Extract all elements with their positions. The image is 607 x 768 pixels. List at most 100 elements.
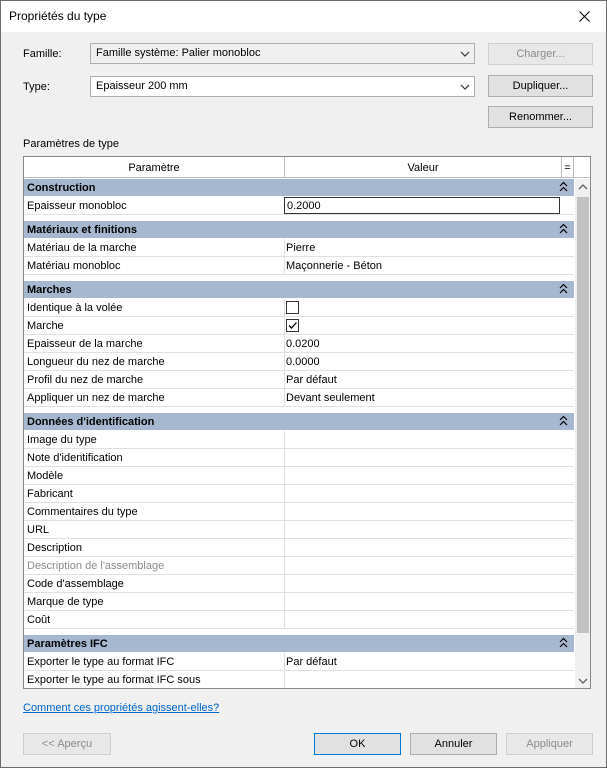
group-label: Paramètres IFC: [27, 638, 108, 650]
help-link[interactable]: Comment ces propriétés agissent-elles?: [23, 702, 219, 714]
group-label: Construction: [27, 182, 96, 194]
cell-divider: [284, 431, 285, 449]
section-label: Paramètres de type: [23, 138, 119, 150]
collapse-icon: [559, 181, 568, 192]
table-row[interactable]: Note d'identification: [24, 449, 574, 467]
param-name: Coût: [27, 614, 51, 626]
close-icon: [578, 11, 590, 22]
param-value: Par défaut: [286, 656, 337, 668]
scroll-up-icon[interactable]: [575, 179, 591, 195]
table-row[interactable]: Description: [24, 539, 574, 557]
type-label: Type:: [23, 81, 50, 93]
identique-checkbox[interactable]: [286, 301, 299, 314]
table-row[interactable]: Identique à la volée: [24, 299, 574, 317]
table-row[interactable]: Exporter le type au format IFC Par défau…: [24, 653, 574, 671]
marche-checkbox[interactable]: [286, 319, 299, 332]
group-label: Matériaux et finitions: [27, 224, 138, 236]
param-value: 0.2000: [287, 200, 321, 212]
column-header-value[interactable]: Valeur: [285, 157, 562, 178]
param-value: Par défaut: [286, 374, 337, 386]
cell-divider: [284, 257, 285, 275]
type-properties-dialog: Propriétés du type Famille: Famille syst…: [0, 0, 607, 768]
apercu-button[interactable]: << Aperçu: [23, 733, 111, 755]
renommer-button[interactable]: Renommer...: [488, 106, 593, 128]
group-label: Données d'identification: [27, 416, 155, 428]
cell-divider: [284, 611, 285, 629]
table-row[interactable]: Coût: [24, 611, 574, 629]
cell-divider: [284, 653, 285, 671]
param-value: 0.0200: [286, 338, 320, 350]
table-row[interactable]: Marque de type: [24, 593, 574, 611]
table-row[interactable]: URL: [24, 521, 574, 539]
param-name: Commentaires du type: [27, 506, 138, 518]
cell-divider: [284, 371, 285, 389]
cell-divider: [284, 539, 285, 557]
cell-divider: [284, 503, 285, 521]
checkmark-icon: [288, 322, 297, 329]
annuler-button[interactable]: Annuler: [410, 733, 497, 755]
param-name: Marche: [27, 320, 64, 332]
table-row[interactable]: Longueur du nez de marche 0.0000: [24, 353, 574, 371]
charger-button[interactable]: Charger...: [488, 43, 593, 65]
param-name: Identique à la volée: [27, 302, 123, 314]
window-title: Propriétés du type: [9, 9, 107, 23]
collapse-icon: [559, 283, 568, 294]
table-row[interactable]: Epaisseur monobloc 0.2000: [24, 197, 574, 215]
table-row[interactable]: Exporter le type au format IFC sous: [24, 671, 574, 688]
column-header-param[interactable]: Paramètre: [24, 157, 285, 178]
cell-divider: [284, 239, 285, 257]
chevron-down-icon: [460, 84, 470, 90]
chevron-down-icon: [460, 51, 470, 57]
ok-button[interactable]: OK: [314, 733, 401, 755]
type-dropdown[interactable]: Epaisseur 200 mm: [90, 76, 475, 97]
cell-divider: [284, 449, 285, 467]
scrollbar-thumb[interactable]: [577, 197, 589, 633]
table-row[interactable]: Marche: [24, 317, 574, 335]
param-name: Code d'assemblage: [27, 578, 124, 590]
param-value: Devant seulement: [286, 392, 375, 404]
collapse-icon: [559, 415, 568, 426]
param-value: Pierre: [286, 242, 316, 254]
param-value: Maçonnerie - Béton: [286, 260, 382, 272]
collapse-icon: [559, 223, 568, 234]
column-header-equals[interactable]: =: [562, 157, 574, 178]
table-row[interactable]: Matériau monobloc Maçonnerie - Béton: [24, 257, 574, 275]
famille-dropdown[interactable]: Famille système: Palier monobloc: [90, 43, 475, 64]
param-name: Exporter le type au format IFC sous: [27, 674, 201, 686]
param-name: Longueur du nez de marche: [27, 356, 165, 368]
table-row[interactable]: Image du type: [24, 431, 574, 449]
table-row[interactable]: Description de l'assemblage: [24, 557, 574, 575]
table-row[interactable]: Appliquer un nez de marche Devant seulem…: [24, 389, 574, 407]
grid-header: Paramètre Valeur =: [24, 157, 590, 178]
cell-divider: [284, 575, 285, 593]
param-name: Epaisseur de la marche: [27, 338, 143, 350]
cell-divider: [284, 389, 285, 407]
appliquer-button[interactable]: Appliquer: [506, 733, 593, 755]
table-row[interactable]: Modèle: [24, 467, 574, 485]
close-button[interactable]: [562, 1, 606, 32]
famille-value: Famille système: Palier monobloc: [96, 47, 261, 59]
table-row[interactable]: Commentaires du type: [24, 503, 574, 521]
group-construction[interactable]: Construction: [24, 179, 574, 197]
group-donnees-identification[interactable]: Données d'identification: [24, 413, 574, 431]
group-materiaux[interactable]: Matériaux et finitions: [24, 221, 574, 239]
collapse-icon: [559, 637, 568, 648]
param-name: Matériau de la marche: [27, 242, 137, 254]
dupliquer-button[interactable]: Dupliquer...: [488, 75, 593, 97]
cell-divider: [284, 671, 285, 688]
table-row[interactable]: Fabricant: [24, 485, 574, 503]
cell-divider: [284, 335, 285, 353]
group-marches[interactable]: Marches: [24, 281, 574, 299]
table-row[interactable]: Profil du nez de marche Par défaut: [24, 371, 574, 389]
cell-divider: [284, 353, 285, 371]
table-row[interactable]: Epaisseur de la marche 0.0200: [24, 335, 574, 353]
table-row[interactable]: Code d'assemblage: [24, 575, 574, 593]
param-name: URL: [27, 524, 50, 536]
cell-divider: [284, 317, 285, 335]
group-parametres-ifc[interactable]: Paramètres IFC: [24, 635, 574, 653]
cell-divider: [284, 485, 285, 503]
scroll-down-icon[interactable]: [575, 673, 591, 689]
epaisseur-monobloc-input[interactable]: 0.2000: [284, 197, 560, 214]
vertical-scrollbar[interactable]: [575, 179, 591, 689]
table-row[interactable]: Matériau de la marche Pierre: [24, 239, 574, 257]
